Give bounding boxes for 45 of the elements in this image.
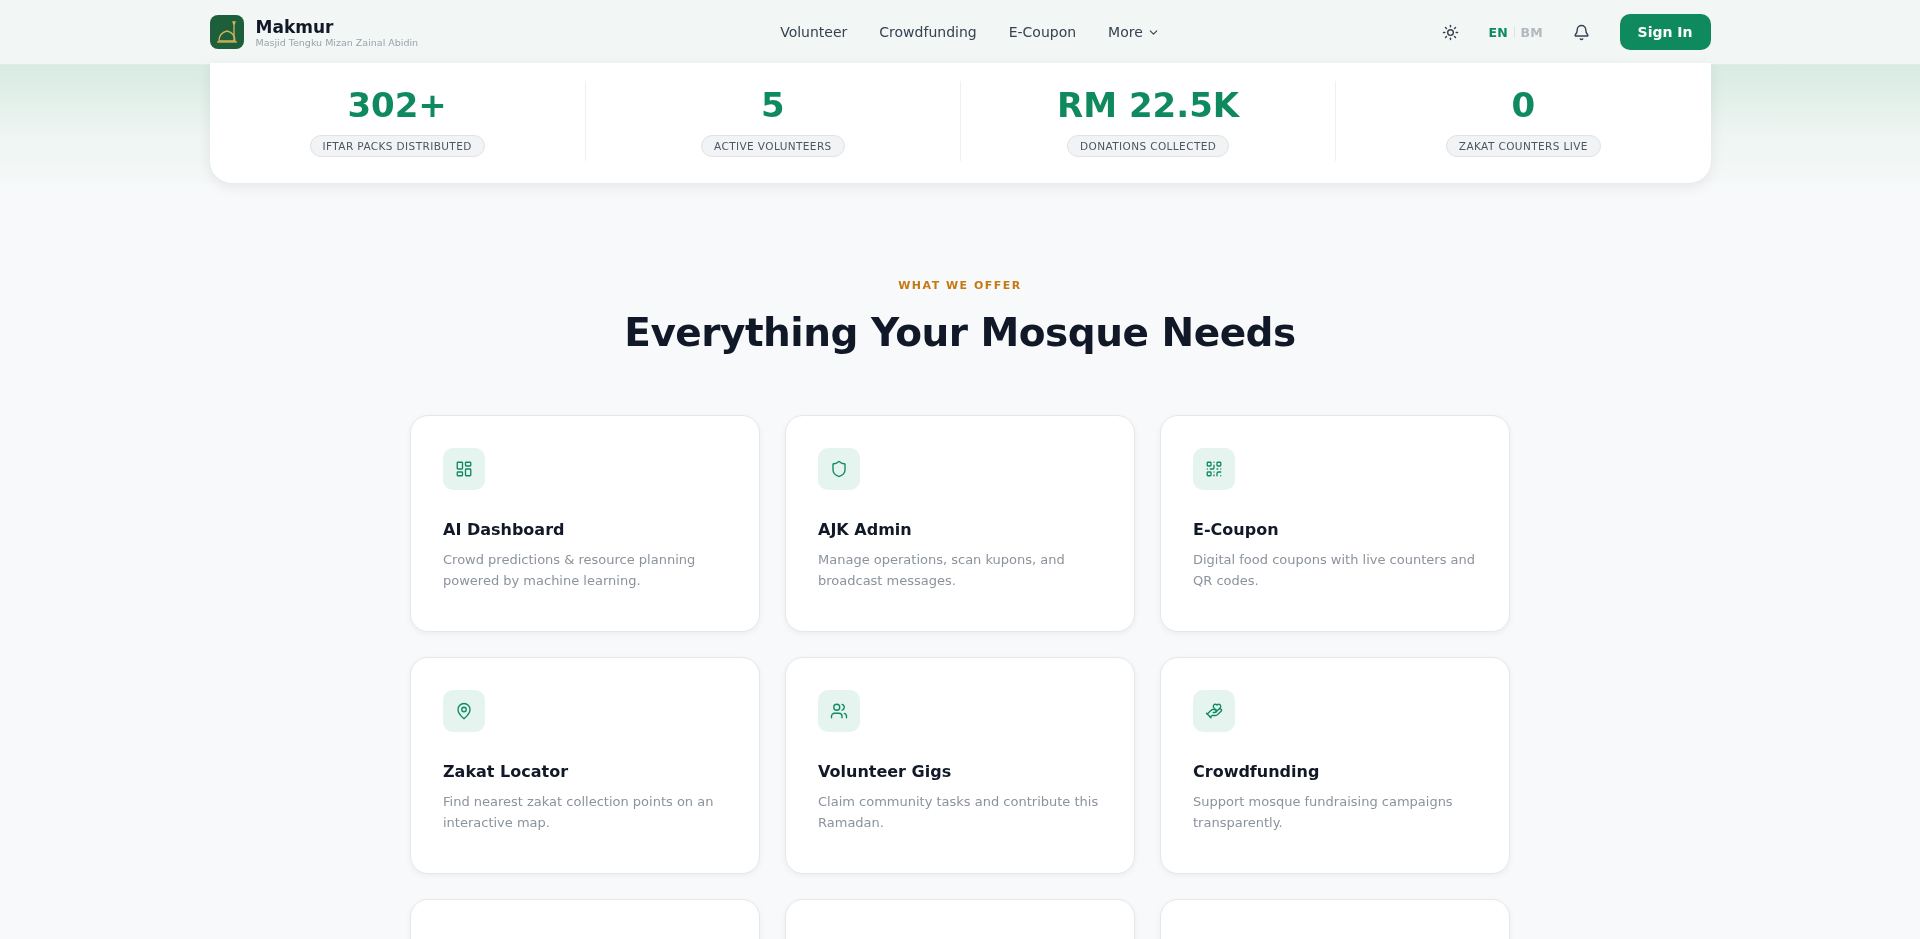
stat-label: ACTIVE VOLUNTEERS xyxy=(701,135,845,157)
feature-card[interactable]: Crowdfunding Support mosque fundraising campaigns transparently. xyxy=(1160,657,1510,874)
feature-card[interactable]: AI Dashboard Crowd predictions & resource planning powered by machine learning. xyxy=(410,415,760,632)
feature-description: Crowd predictions & resource planning powered by machine learning. xyxy=(443,551,697,590)
feature-title: Crowdfunding xyxy=(1193,762,1321,781)
feature-title: E-Coupon xyxy=(1193,520,1280,539)
stat-value: 0 xyxy=(1511,85,1536,125)
nav-link[interactable]: E-Coupon xyxy=(1008,24,1077,40)
nav-dropdown[interactable]: More xyxy=(1108,24,1160,40)
dashboard-icon xyxy=(455,460,473,478)
section-kicker: WHAT WE OFFER xyxy=(898,279,1022,292)
shield-icon xyxy=(830,460,848,478)
feature-card[interactable]: Volunteer Gigs Claim community tasks and contribute this Ramadan. xyxy=(785,657,1135,874)
brand-name: Makmur xyxy=(255,16,335,37)
sun-icon xyxy=(1441,23,1459,41)
stat-value: 5 xyxy=(761,85,785,125)
feature-description: Claim community tasks and contribute this Ramadan. xyxy=(818,793,1100,832)
qr-code-icon xyxy=(1205,460,1223,478)
feature-title: AI Dashboard xyxy=(443,520,566,539)
hand-heart-icon xyxy=(1205,702,1223,720)
feature-description: Find nearest zakat collection points on an interactive map. xyxy=(443,793,715,832)
feature-description: Manage operations, scan kupons, and broadcast messages. xyxy=(818,551,1066,590)
feature-card[interactable]: E-Coupon Digital food coupons with live counters and QR codes. xyxy=(1160,415,1510,632)
feature-description: Support mosque fundraising campaigns transparently. xyxy=(1193,793,1454,832)
feature-card[interactable]: AJK Admin Manage operations, scan kupons, and broadcast messages. xyxy=(785,415,1135,632)
stat-label: DONATIONS COLLECTED xyxy=(1067,135,1230,157)
bell-icon xyxy=(1572,23,1590,41)
language-option[interactable]: EN xyxy=(1488,24,1508,40)
feature-title: AJK Admin xyxy=(818,520,913,539)
stat-value: RM 22.5K xyxy=(1057,85,1240,125)
feature-title: Volunteer Gigs xyxy=(818,762,953,781)
nav-link[interactable]: Volunteer xyxy=(780,24,848,40)
section-title: Everything Your Mosque Needs xyxy=(624,310,1296,355)
feature-title: Zakat Locator xyxy=(443,762,570,781)
mosque-logo xyxy=(209,15,244,49)
nav-link[interactable]: Crowdfunding xyxy=(879,24,977,40)
feature-description: Digital food coupons with live counters and QR codes. xyxy=(1193,551,1476,590)
stat-label: IFTAR PACKS DISTRIBUTED xyxy=(309,135,485,157)
users-icon xyxy=(830,702,848,720)
map-pin-icon xyxy=(455,702,473,720)
sign-in-button[interactable]: Sign In xyxy=(1619,14,1711,50)
stat-label: ZAKAT COUNTERS LIVE xyxy=(1445,135,1601,157)
stat-value: 302+ xyxy=(347,85,447,125)
feature-card[interactable]: Zakat Locator Find nearest zakat collection points on an interactive map. xyxy=(410,657,760,874)
brand-subtitle: Masjid Tengku Mizan Zainal Abidin xyxy=(255,36,419,48)
